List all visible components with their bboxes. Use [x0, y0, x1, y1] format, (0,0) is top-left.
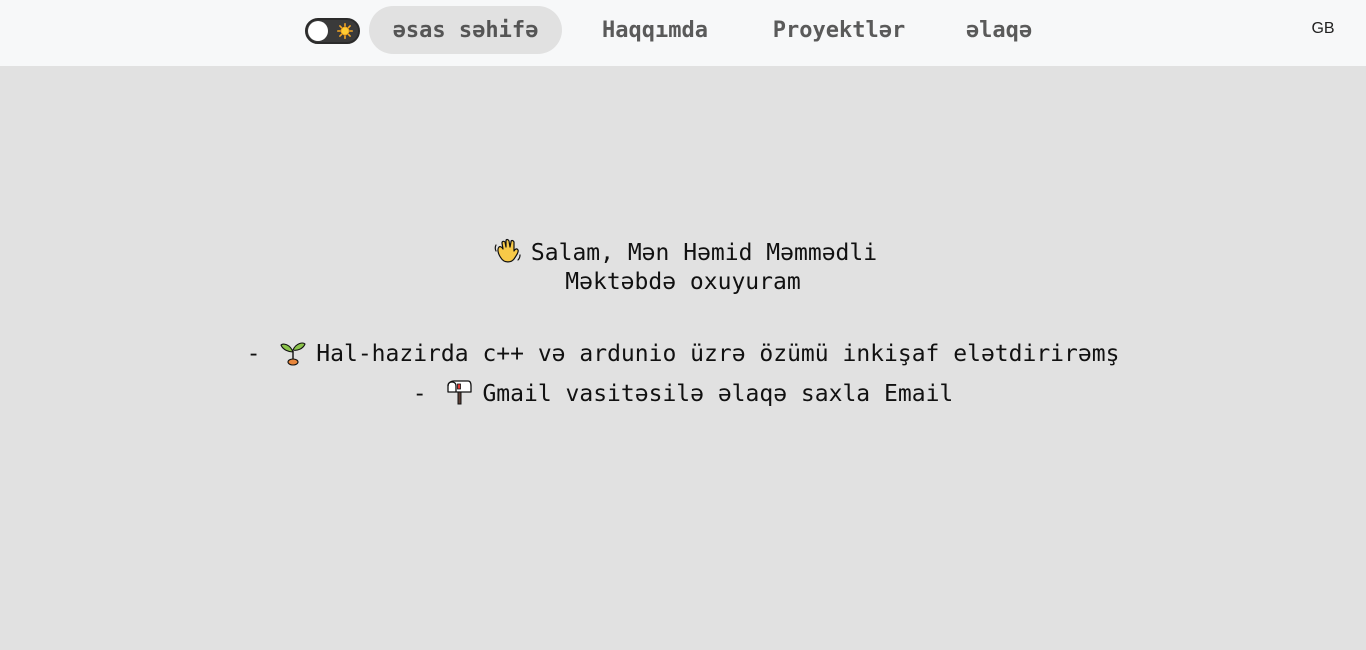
mailbox-icon	[444, 377, 474, 407]
email-link[interactable]: Email	[884, 381, 953, 407]
bullet-text: Hal-hazirda c++ və ardunio üzrə özümü in…	[316, 341, 1120, 367]
greeting-line: Salam, Mən Həmid Məmmədli	[0, 236, 1366, 268]
nav-link-home[interactable]: əsas səhifə	[369, 6, 562, 54]
toggle-knob	[308, 21, 328, 41]
bullet-item: - Hal-hazirda c++ və ardunio üzrə özümü …	[0, 337, 1366, 369]
bullet-text: Gmail vasitəsilə əlaqə saxla	[482, 381, 871, 407]
bullet-dash: -	[412, 381, 427, 407]
nav-link-about[interactable]: Haqqımda	[585, 6, 725, 54]
intro-section: Salam, Mən Həmid Məmmədli Məktəbdə oxuyu…	[0, 236, 1366, 409]
theme-toggle[interactable]	[305, 18, 360, 44]
navbar: əsas səhifə Haqqımda Proyektlər əlaqə GB	[0, 0, 1366, 66]
subtitle-line: Məktəbdə oxuyuram	[565, 269, 801, 295]
nav-link-projects[interactable]: Proyektlər	[755, 6, 923, 54]
nav-link-contact[interactable]: əlaqə	[953, 6, 1045, 54]
bullet-item: - Gmail vasitəsilə əlaqə saxla Email	[0, 377, 1366, 409]
sun-icon	[336, 22, 354, 40]
waving-hand-icon	[493, 236, 523, 266]
language-selector[interactable]: GB	[1303, 18, 1343, 40]
bullet-dash: -	[246, 341, 261, 367]
seedling-icon	[278, 337, 308, 367]
greeting-text: Salam, Mən Həmid Məmmədli	[530, 240, 878, 266]
